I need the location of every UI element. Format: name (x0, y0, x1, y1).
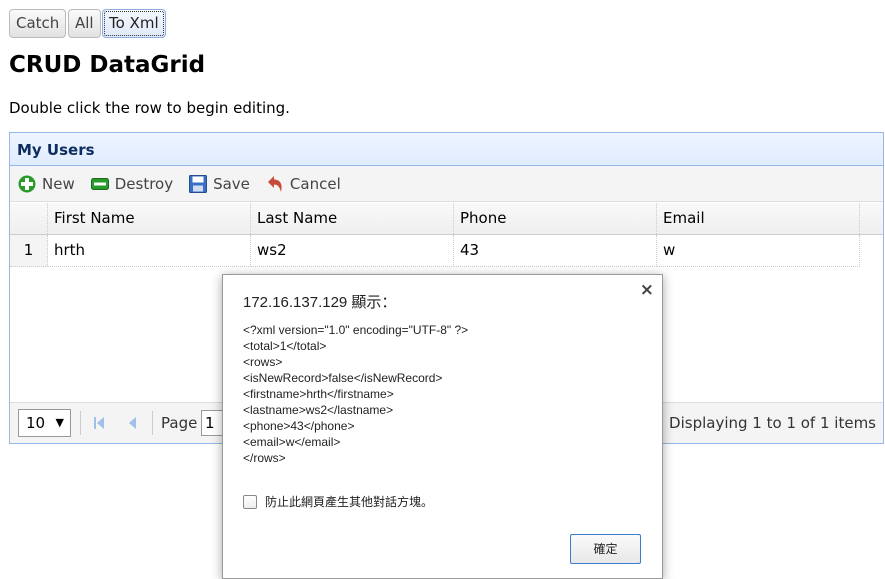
cell-email[interactable]: w (657, 235, 860, 267)
destroy-label: Destroy (114, 174, 174, 193)
xml-line: <total>1</total> (243, 339, 327, 353)
save-button[interactable]: Save (189, 174, 250, 193)
dialog-title: 172.16.137.129 顯示： (243, 294, 397, 311)
dialog-message: <?xml version="1.0" encoding="UTF-8" ?> … (243, 322, 468, 466)
page-title: CRUD DataGrid (9, 52, 206, 78)
pagination-info: Displaying 1 to 1 of 1 items (669, 414, 876, 432)
xml-line: <lastname>ws2</lastname> (243, 403, 394, 417)
floppy-disk-icon (189, 174, 208, 193)
row-number: 1 (10, 235, 48, 267)
xml-line: <?xml version="1.0" encoding="UTF-8" ?> (243, 323, 469, 337)
column-header-last-name[interactable]: Last Name (251, 203, 454, 234)
ok-button[interactable]: 確定 (570, 534, 641, 564)
cancel-button[interactable]: Cancel (266, 175, 341, 193)
new-label: New (42, 174, 75, 193)
cell-first-name[interactable]: hrth (48, 235, 251, 267)
page-size-value: 10 (26, 414, 46, 432)
new-button[interactable]: New (18, 175, 75, 193)
xml-line: </rows> (243, 451, 286, 465)
undo-arrow-icon (267, 175, 282, 192)
xml-line: <rows> (243, 355, 283, 369)
checkbox-box[interactable] (243, 494, 257, 509)
alert-dialog: × 172.16.137.129 顯示： <?xml version="1.0"… (222, 274, 663, 579)
destroy-button[interactable]: Destroy (90, 174, 174, 193)
column-header-phone[interactable]: Phone (454, 203, 657, 234)
grid-toolbar: New Destroy Save Cancel (10, 166, 883, 202)
previous-page-icon[interactable] (124, 415, 140, 431)
first-page-icon[interactable] (91, 415, 107, 431)
suppress-dialogs-checkbox[interactable]: 防止此網頁產生其他對話方塊。 (243, 493, 433, 510)
to-xml-button[interactable]: To Xml (102, 9, 166, 38)
pager-separator (152, 411, 153, 435)
cancel-label: Cancel (289, 174, 341, 193)
xml-line: <isNewRecord>false</isNewRecord> (243, 371, 443, 385)
cell-phone[interactable]: 43 (454, 235, 657, 267)
grid-header-row: First Name Last Name Phone Email (10, 203, 883, 235)
xml-line: <firstname>hrth</firstname> (243, 387, 394, 401)
panel-title: My Users (10, 133, 883, 166)
rownumber-header (10, 203, 48, 234)
page-label: Page (161, 414, 198, 432)
remove-icon (90, 177, 109, 190)
table-row[interactable]: 1 hrth ws2 43 w (10, 235, 883, 267)
dropdown-arrow-icon: ▼ (55, 416, 64, 429)
catch-button[interactable]: Catch (9, 9, 67, 38)
pager-separator (80, 411, 81, 435)
checkbox-label: 防止此網頁產生其他對話方塊。 (265, 495, 434, 509)
xml-line: <email>w</email> (243, 435, 341, 449)
save-label: Save (213, 174, 250, 193)
column-header-email[interactable]: Email (657, 203, 860, 234)
intro-text: Double click the row to begin editing. (9, 99, 290, 117)
cell-last-name[interactable]: ws2 (251, 235, 454, 267)
close-icon[interactable]: × (640, 280, 654, 300)
page-size-select[interactable]: 10 ▼ (18, 409, 71, 437)
xml-line: <phone>43</phone> (243, 419, 355, 433)
all-button[interactable]: All (68, 9, 101, 38)
column-header-first-name[interactable]: First Name (48, 203, 251, 234)
add-icon (18, 175, 36, 192)
